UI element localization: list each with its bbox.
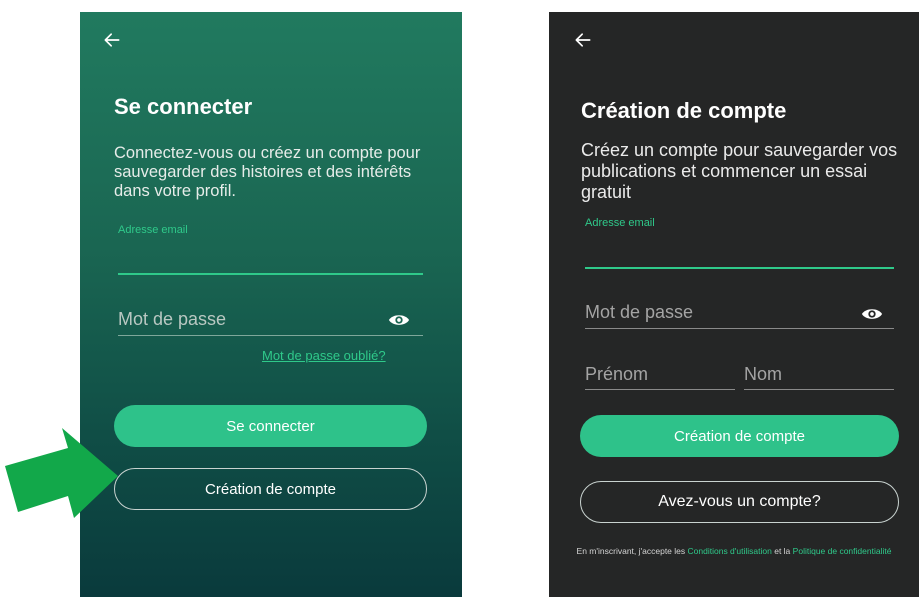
password-underline xyxy=(585,328,894,329)
password-field[interactable] xyxy=(585,296,855,328)
last-name-underline xyxy=(744,389,894,390)
email-field[interactable] xyxy=(118,236,423,274)
page-title: Se connecter xyxy=(114,94,253,119)
first-name-underline xyxy=(585,389,735,390)
page-description: Connectez-vous ou créez un compte pour s… xyxy=(114,144,421,200)
email-label: Adresse email xyxy=(585,217,655,229)
email-label: Adresse email xyxy=(118,224,188,236)
login-button[interactable]: Se connecter xyxy=(114,405,427,447)
password-field[interactable] xyxy=(118,302,378,334)
signup-screen: Création de compte Créez un compte pour … xyxy=(549,12,919,597)
pointer-arrow-icon xyxy=(5,428,118,518)
terms-text: En m'inscrivant, j'accepte les Condition… xyxy=(569,545,899,557)
have-account-button[interactable]: Avez-vous un compte? xyxy=(580,481,899,523)
password-underline xyxy=(118,335,423,336)
terms-prefix: En m'inscrivant, j'accepte les xyxy=(576,546,686,556)
page-description: Créez un compte pour sauvegarder vos pub… xyxy=(581,140,898,202)
terms-and: et la xyxy=(774,546,791,556)
create-account-button[interactable]: Création de compte xyxy=(580,415,899,457)
create-account-button[interactable]: Création de compte xyxy=(114,468,427,510)
back-arrow-icon[interactable] xyxy=(573,30,597,54)
forgot-password-link[interactable]: Mot de passe oublié? xyxy=(262,348,386,363)
first-name-field[interactable] xyxy=(585,358,735,390)
terms-of-use-link[interactable]: Conditions d'utilisation xyxy=(688,546,772,556)
email-underline xyxy=(585,267,894,269)
page-title: Création de compte xyxy=(581,98,787,123)
email-field[interactable] xyxy=(585,230,894,268)
eye-icon[interactable] xyxy=(861,306,883,322)
privacy-policy-link[interactable]: Politique de confidentialité xyxy=(793,546,892,556)
last-name-field[interactable] xyxy=(744,358,894,390)
email-underline xyxy=(118,273,423,275)
eye-icon[interactable] xyxy=(388,312,410,328)
back-arrow-icon[interactable] xyxy=(102,30,126,54)
